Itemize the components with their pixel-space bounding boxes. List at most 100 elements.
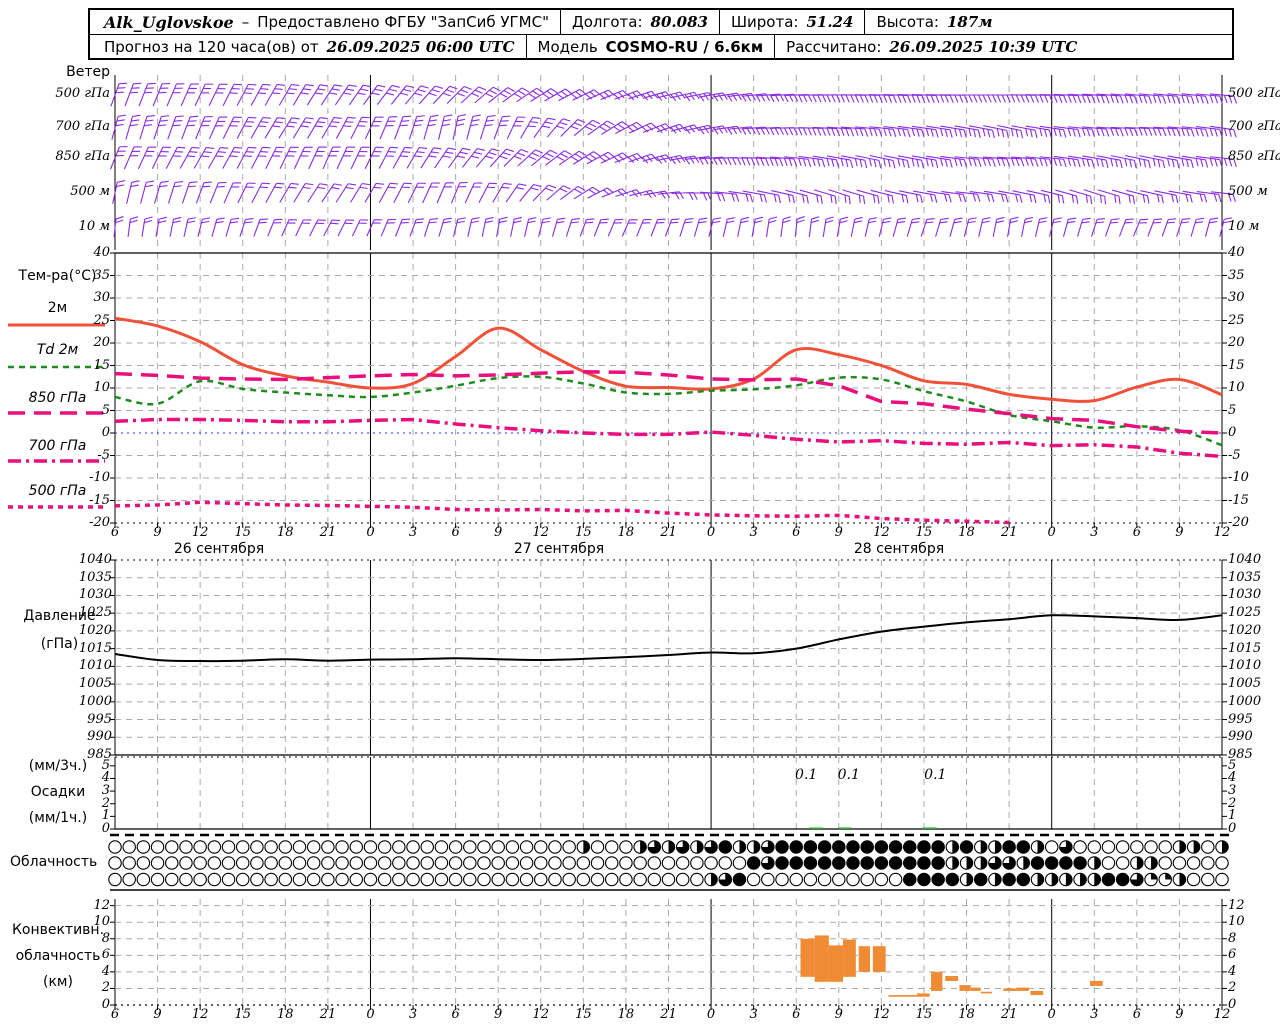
cloud-circle [931,840,945,854]
cloud-circle [576,856,591,870]
cloud-circle [306,856,321,870]
cloud-circle [917,872,931,887]
hour-label-temp-axis: 0 [366,525,375,540]
hour-label-temp-axis: 15 [915,525,933,540]
convective-cloud-bar [800,938,815,977]
convective-cloud-bar [916,993,930,997]
cloud-circle [917,856,931,870]
cloud-circle [917,840,931,854]
precip-tick-right: 2 [1228,795,1237,811]
cloud-circle [604,840,619,854]
hour-label-temp-axis: 6 [792,525,801,540]
cloud-circle [434,856,449,870]
cloud-circle [321,840,335,854]
precip-amount-label: 0.1 [795,767,817,783]
cloud-circle [292,840,307,854]
cloud-circle [448,840,463,854]
hour-label-bottom-axis: 18 [277,1007,294,1022]
hour-label-bottom-axis: 9 [494,1007,503,1022]
precip-tick-right: 0 [1228,821,1237,836]
hour-label-temp-axis: 9 [1175,525,1184,540]
cloud-circle [888,872,903,887]
temp-series-3 [114,417,1223,459]
pressure-tick-left: 1025 [78,605,112,621]
convective-cloud-bar [888,995,917,997]
cloud-circle [420,856,434,870]
cloud-circle [619,840,633,854]
cloud-circle [1215,872,1229,887]
cloud-circle [846,872,860,887]
temp-tick-right: 20 [1228,335,1245,350]
cloud-circle [207,840,222,854]
hour-label-temp-axis: 15 [575,525,592,540]
cloud-circle [534,856,548,870]
cloud-circle [959,840,974,854]
hour-label-temp-axis: 6 [110,525,120,540]
precip-bar [922,827,937,829]
cloud-circle [193,872,207,887]
convective-cloud-bar [1003,988,1017,991]
cloud-circle [1059,856,1073,870]
cloud-circle [505,856,520,870]
temp-tick-right: 0 [1228,425,1237,440]
cloud-circle-fill [1136,856,1144,870]
cloud-circle [775,856,789,870]
cloud-circle [675,872,690,887]
precip-amount-label: 0.1 [924,767,946,783]
cloud-circle [1158,840,1172,854]
hour-label-bottom-axis: 12 [873,1007,890,1022]
conv-tick-right: 12 [1228,897,1245,913]
temp-tick-right: 10 [1228,380,1245,395]
conv-tick-left: 12 [93,897,110,913]
cloud-circle [775,840,789,854]
pressure-tick-right: 1005 [1228,676,1262,692]
hour-label-bottom-axis: 21 [660,1007,677,1022]
pressure-tick-left: 995 [87,711,112,727]
cloud-circle-fill [994,873,1002,886]
cloud-circle [193,856,207,870]
cloud-circle-fill [668,840,675,854]
wind-level-label-left: 500 м [70,184,110,199]
convective-cloud-bar [858,946,871,972]
convective-cloud-bar [872,946,886,972]
cloud-circle-fill [1051,873,1058,886]
cloud-circle [590,840,605,854]
cloud-circle [1186,856,1201,870]
precip-bar [809,827,824,829]
cloud-circle [647,856,662,870]
cloud-circle [619,856,633,870]
cloud-circle [179,872,193,887]
temp-tick-right: 40 [1228,245,1245,260]
cloud-circle [349,840,364,854]
convective-cloud-bar [1030,990,1044,996]
cloud-circle [434,840,449,854]
cloud-circle [874,872,889,887]
temp-tick-right: -15 [1228,492,1249,508]
cloud-circle [576,872,591,887]
temp-series-4 [114,500,1010,525]
wind-level-label-left: 850 гПа [55,149,110,164]
pressure-tick-left: 1020 [78,622,112,638]
cloud-circle [548,840,562,854]
cloud-circle [1130,840,1144,854]
hour-label-bottom-axis: 12 [1213,1007,1231,1022]
cloud-circle [661,856,676,870]
pressure-tick-right: 990 [1228,729,1253,745]
pressure-tick-left: 1005 [78,676,112,692]
temp-tick-right: -5 [1228,447,1241,463]
cloud-circle [548,872,562,887]
cloud-circle-fill [583,840,590,854]
cloud-circle [1115,872,1130,887]
convective-cloud-bar [843,939,856,977]
convective-bars [800,935,1103,997]
hour-label-temp-axis: 12 [191,525,209,540]
cloud-circle [604,856,619,870]
date-label-28: 28 сентября [853,541,945,557]
cloud-circle [292,872,307,887]
date-label-27: 27 сентября [513,541,605,557]
cloud-circle [1115,840,1130,854]
cloud-circle [179,840,193,854]
hour-label-bottom-axis: 6 [451,1007,460,1022]
pressure-tick-left: 1000 [78,693,112,709]
cloud-circle [165,856,179,870]
